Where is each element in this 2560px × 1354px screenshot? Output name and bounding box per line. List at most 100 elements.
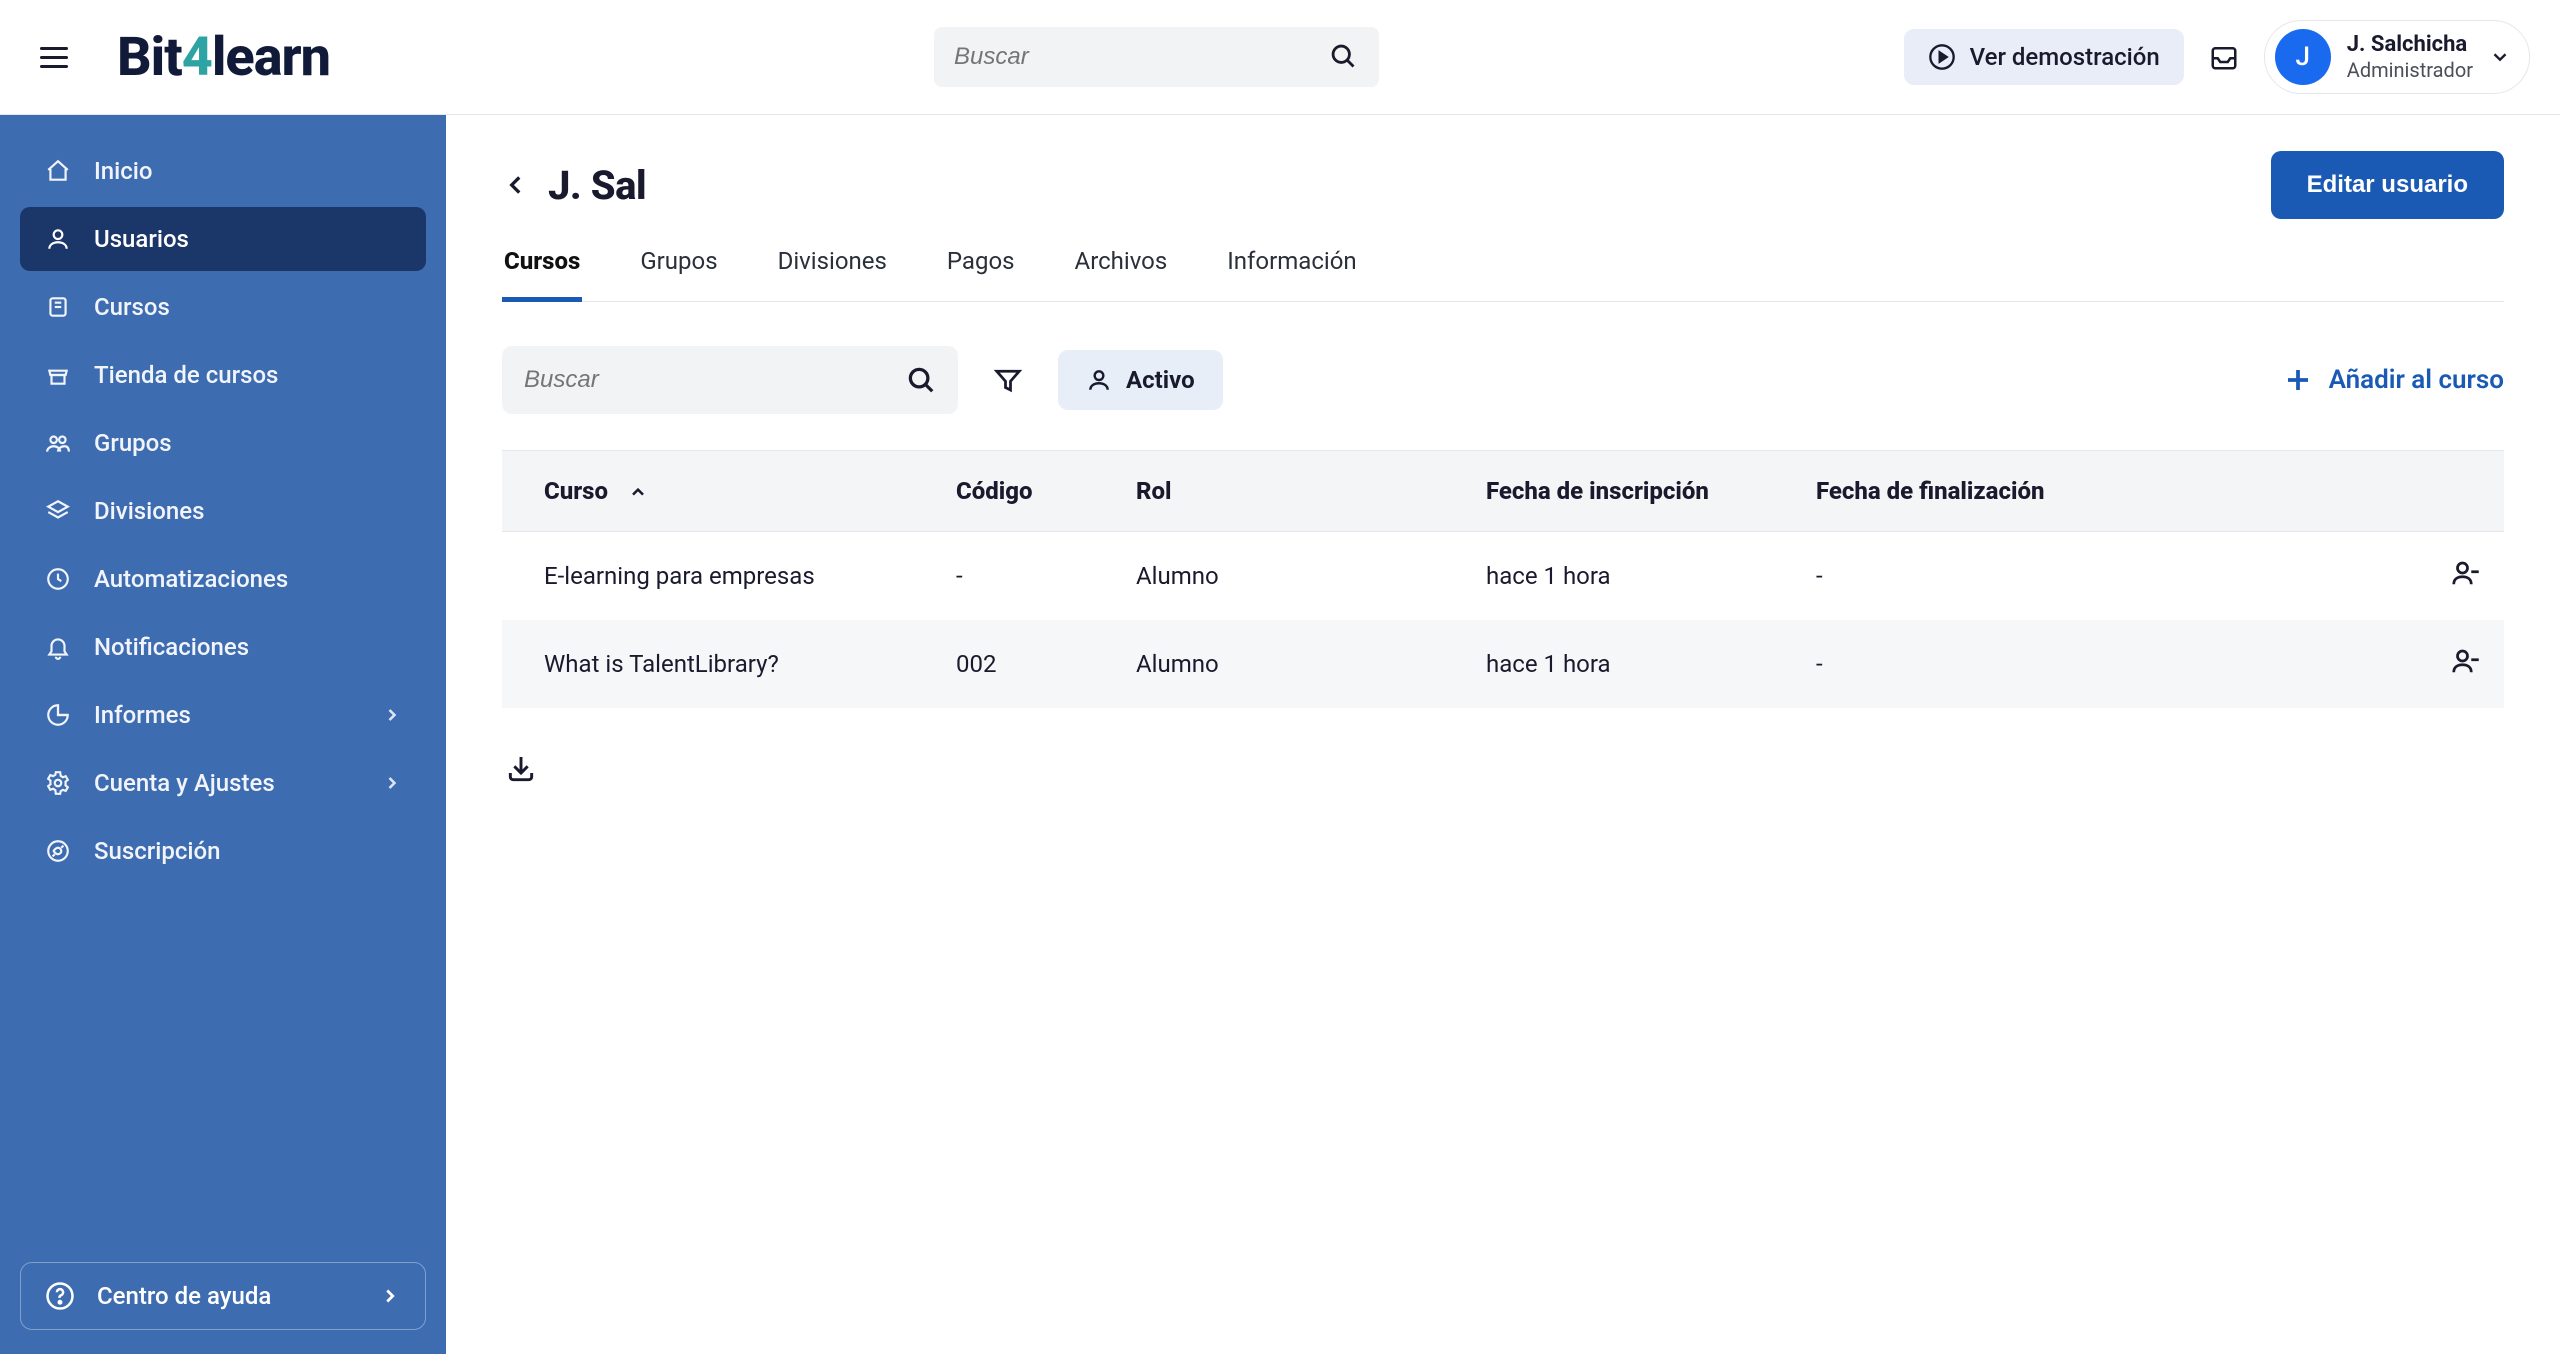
table-row[interactable]: What is TalentLibrary?002Alumnohace 1 ho… — [502, 620, 2504, 708]
bell-icon — [44, 633, 72, 661]
sidebar-item-automation[interactable]: Automatizaciones — [20, 547, 426, 611]
avatar: J — [2275, 29, 2331, 85]
sidebar-item-label: Suscripción — [94, 837, 220, 865]
column-header-completed[interactable]: Fecha de finalización — [1792, 451, 2424, 532]
sidebar-item-group[interactable]: Grupos — [20, 411, 426, 475]
user-icon — [1086, 367, 1112, 393]
brand-logo: Bit4learn — [117, 26, 330, 89]
courses-table: Curso Código Rol Fecha de inscripción Fe… — [502, 450, 2504, 708]
cell-enrolled: hace 1 hora — [1462, 620, 1792, 708]
unenroll-button[interactable] — [2450, 646, 2480, 676]
user-role: Administrador — [2347, 58, 2473, 82]
sidebar-item-label: Cursos — [94, 293, 170, 321]
cell-course: E-learning para empresas — [502, 532, 932, 621]
inbox-button[interactable] — [2208, 41, 2240, 73]
courses-search-input[interactable] — [524, 366, 906, 394]
main-content: J. Sal Editar usuario Cursos Grupos Divisi… — [446, 115, 2560, 1354]
sidebar-item-label: Usuarios — [94, 225, 189, 253]
tab-archivos[interactable]: Archivos — [1073, 247, 1170, 302]
group-icon — [44, 429, 72, 457]
cell-role: Alumno — [1112, 532, 1462, 621]
tab-información[interactable]: Información — [1225, 247, 1358, 302]
store-icon — [44, 361, 72, 389]
app-header: Bit4learn Ver demostración J J. Salchich… — [0, 0, 2560, 115]
courses-search[interactable] — [502, 346, 958, 414]
filter-button[interactable] — [986, 358, 1030, 402]
cell-course: What is TalentLibrary? — [502, 620, 932, 708]
demo-button-label: Ver demostración — [1970, 43, 2160, 71]
sidebar-item-label: Cuenta y Ajustes — [94, 769, 275, 797]
settings-icon — [44, 769, 72, 797]
user-menu-button[interactable]: J J. Salchicha Administrador — [2264, 20, 2530, 94]
sidebar-item-label: Informes — [94, 701, 191, 729]
table-row[interactable]: E-learning para empresas-Alumnohace 1 ho… — [502, 532, 2504, 621]
tab-divisiones[interactable]: Divisiones — [776, 247, 889, 302]
back-button[interactable] — [502, 171, 530, 199]
help-center-button[interactable]: Centro de ayuda — [20, 1262, 426, 1330]
cell-code: - — [932, 532, 1112, 621]
column-header-enrolled[interactable]: Fecha de inscripción — [1462, 451, 1792, 532]
chevron-down-icon — [2489, 46, 2511, 68]
export-button[interactable] — [502, 750, 540, 788]
brand-accent: 4 — [182, 26, 212, 89]
user-icon — [44, 225, 72, 253]
subscription-icon — [44, 837, 72, 865]
home-icon — [44, 157, 72, 185]
status-filter-label: Activo — [1126, 366, 1195, 394]
sidebar-item-home[interactable]: Inicio — [20, 139, 426, 203]
tab-cursos[interactable]: Cursos — [502, 247, 582, 302]
sidebar-item-pie[interactable]: Informes — [20, 683, 426, 747]
unenroll-button[interactable] — [2450, 558, 2480, 588]
chevron-right-icon — [379, 1285, 401, 1307]
courses-toolbar: Activo Añadir al curso — [502, 346, 2504, 414]
edit-user-button[interactable]: Editar usuario — [2271, 151, 2504, 219]
add-to-course-button[interactable]: Añadir al curso — [2283, 365, 2504, 395]
sidebar-item-label: Notificaciones — [94, 633, 249, 661]
status-filter-chip[interactable]: Activo — [1058, 350, 1223, 410]
sidebar-item-settings[interactable]: Cuenta y Ajustes — [20, 751, 426, 815]
cell-role: Alumno — [1112, 620, 1462, 708]
pie-icon — [44, 701, 72, 729]
tab-row: Cursos Grupos Divisiones Pagos Archivos Infor… — [502, 247, 2504, 302]
cell-enrolled: hace 1 hora — [1462, 532, 1792, 621]
column-header-role[interactable]: Rol — [1112, 451, 1462, 532]
sidebar: Inicio Usuarios Cursos Tienda de cursos Grup… — [0, 115, 446, 1354]
search-icon[interactable] — [1329, 42, 1359, 72]
cell-completed: - — [1792, 620, 2424, 708]
sidebar-item-layers[interactable]: Divisiones — [20, 479, 426, 543]
search-icon[interactable] — [906, 365, 936, 395]
sidebar-item-store[interactable]: Tienda de cursos — [20, 343, 426, 407]
chevron-right-icon — [382, 705, 402, 725]
page-title: J. Sal — [548, 162, 646, 209]
cell-code: 002 — [932, 620, 1112, 708]
demo-button[interactable]: Ver demostración — [1904, 29, 2184, 85]
sidebar-item-label: Divisiones — [94, 497, 204, 525]
breadcrumb: J. Sal — [502, 162, 646, 209]
brand-part2: learn — [212, 26, 330, 89]
layers-icon — [44, 497, 72, 525]
chevron-right-icon — [382, 773, 402, 793]
book-icon — [44, 293, 72, 321]
user-info: J. Salchicha Administrador — [2347, 32, 2473, 82]
sidebar-item-bell[interactable]: Notificaciones — [20, 615, 426, 679]
global-search-input[interactable] — [954, 43, 1329, 71]
sidebar-item-label: Inicio — [94, 157, 153, 185]
plus-icon — [2283, 365, 2313, 395]
tab-pagos[interactable]: Pagos — [945, 247, 1017, 302]
automation-icon — [44, 565, 72, 593]
column-header-course[interactable]: Curso — [502, 451, 932, 532]
sidebar-item-book[interactable]: Cursos — [20, 275, 426, 339]
sidebar-item-label: Automatizaciones — [94, 565, 288, 593]
add-to-course-label: Añadir al curso — [2329, 365, 2504, 395]
tab-grupos[interactable]: Grupos — [638, 247, 719, 302]
sort-asc-icon — [628, 483, 648, 503]
global-search[interactable] — [934, 27, 1379, 87]
user-name: J. Salchicha — [2347, 32, 2473, 58]
column-header-code[interactable]: Código — [932, 451, 1112, 532]
play-circle-icon — [1928, 43, 1956, 71]
sidebar-item-user[interactable]: Usuarios — [20, 207, 426, 271]
sidebar-item-label: Tienda de cursos — [94, 361, 278, 389]
sidebar-item-subscription[interactable]: Suscripción — [20, 819, 426, 883]
brand-part1: Bit — [117, 26, 182, 89]
menu-toggle-button[interactable] — [40, 43, 68, 71]
